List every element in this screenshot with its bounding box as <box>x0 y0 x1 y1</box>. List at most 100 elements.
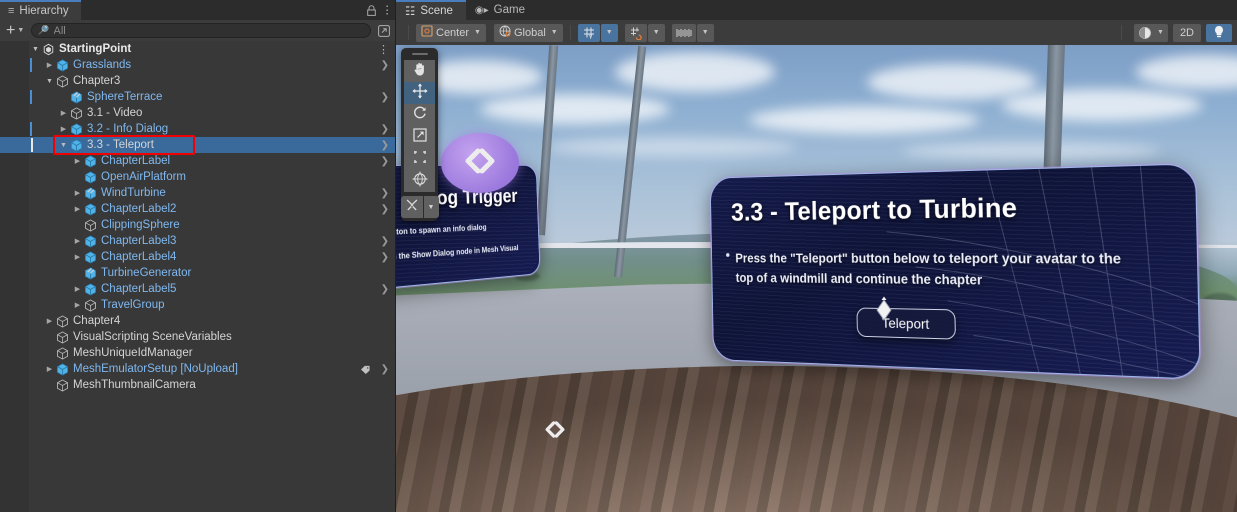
chevron-down-icon: ▼ <box>17 27 25 34</box>
custom-tool-dropdown[interactable]: ▼ <box>423 196 439 218</box>
prefab-tag-icon[interactable] <box>360 361 371 377</box>
move-tool[interactable] <box>404 82 435 104</box>
palette-drag-handle[interactable] <box>411 53 428 55</box>
hierarchy-row-chapterlabel[interactable]: ▶ ChapterLabel ❯ <box>0 153 395 169</box>
ruler-toggle[interactable] <box>671 23 696 42</box>
tab-scene[interactable]: ☷ Scene <box>396 0 466 20</box>
scene-panel: ☷ Scene ◉▸ Game Center ▼ Global ▼ Y ▼ ▼ … <box>396 0 1237 512</box>
hierarchy-row-clippingsphere[interactable]: ClippingSphere <box>0 217 395 233</box>
hierarchy-row-label: Grasslands <box>73 59 132 71</box>
visual-script-gizmo-large[interactable] <box>441 133 519 193</box>
twisty-collapsed-icon[interactable]: ▶ <box>72 237 83 245</box>
open-in-new-icon[interactable] <box>375 23 392 39</box>
scale-tool[interactable] <box>404 126 435 148</box>
rotate-tool[interactable] <box>404 104 435 126</box>
row-chevron-icon[interactable]: ❯ <box>381 201 389 217</box>
custom-tool-group: ▼ <box>400 196 439 218</box>
row-chevron-icon[interactable]: ❯ <box>381 153 389 169</box>
hierarchy-row-chapter3[interactable]: ▼ Chapter3 <box>0 73 395 89</box>
prefab-variant-icon <box>69 91 84 104</box>
rect-tool[interactable] <box>404 148 435 170</box>
ruler-options-dropdown[interactable]: ▼ <box>696 23 714 42</box>
twisty-expanded-icon[interactable]: ▼ <box>44 78 55 85</box>
hierarchy-row-chapterlabel2[interactable]: ▶ ChapterLabel2 ❯ <box>0 201 395 217</box>
snap-options-dropdown[interactable]: ▼ <box>647 23 665 42</box>
twisty-collapsed-icon[interactable]: ▶ <box>72 205 83 213</box>
twisty-collapsed-icon[interactable]: ▶ <box>72 189 83 197</box>
scene-viewport[interactable]: Dialog Trigger button to spawn an info d… <box>396 45 1237 512</box>
grid-options-dropdown[interactable]: ▼ <box>600 23 618 42</box>
row-chevron-icon[interactable]: ❯ <box>381 185 389 201</box>
handle-space-dropdown[interactable]: Global ▼ <box>493 23 563 42</box>
hierarchy-row-3-1-video[interactable]: ▶ 3.1 - Video <box>0 105 395 121</box>
hierarchy-row-label: WindTurbine <box>101 187 166 199</box>
gameobject-cube-icon <box>55 347 70 360</box>
twisty-collapsed-icon[interactable]: ▶ <box>72 157 83 165</box>
hierarchy-options-icon[interactable]: ⋮ <box>379 0 395 20</box>
twisty-expanded-icon[interactable]: ▼ <box>30 46 41 53</box>
twisty-expanded-icon[interactable]: ▼ <box>58 142 69 149</box>
row-chevron-icon[interactable]: ❯ <box>381 89 389 105</box>
row-options-icon[interactable]: ⋮ <box>378 41 389 57</box>
teleport-dialog-body-text: Press the "Teleport" button below to tel… <box>735 250 1122 288</box>
visual-script-gizmo-small[interactable] <box>543 421 567 443</box>
hierarchy-tree[interactable]: ▼ StartingPoint ⋮ ▶ Grasslands ❯ ▼ Chapter3 Sphe… <box>0 41 395 512</box>
tab-game[interactable]: ◉▸ Game <box>466 0 538 20</box>
hierarchy-row-meshemulatorsetup-noupload[interactable]: ▶ MeshEmulatorSetup [NoUpload] ❯ <box>0 361 395 377</box>
hierarchy-row-label: MeshEmulatorSetup [NoUpload] <box>73 363 238 375</box>
scene-toolbar: Center ▼ Global ▼ Y ▼ ▼ ▼ ▼ 2D <box>396 20 1237 45</box>
hierarchy-row-3-3-teleport[interactable]: ▼ 3.3 - Teleport ❯ <box>0 137 395 153</box>
hierarchy-row-chapter4[interactable]: ▶ Chapter4 <box>0 313 395 329</box>
twisty-collapsed-icon[interactable]: ▶ <box>44 317 55 325</box>
row-chevron-icon[interactable]: ❯ <box>381 121 389 137</box>
row-chevron-icon[interactable]: ❯ <box>381 361 389 377</box>
unity-logo-icon <box>41 43 56 56</box>
twisty-collapsed-icon[interactable]: ▶ <box>72 253 83 261</box>
twisty-collapsed-icon[interactable]: ▶ <box>44 365 55 373</box>
hierarchy-row-meshuniqueidmanager[interactable]: MeshUniqueIdManager <box>0 345 395 361</box>
custom-tool[interactable] <box>400 196 423 218</box>
hierarchy-row-windturbine[interactable]: ▶ WindTurbine ❯ <box>0 185 395 201</box>
snap-increment-toggle[interactable] <box>624 23 647 42</box>
teleport-dialog-panel[interactable]: 3.3 - Teleport to Turbine Press the "Tel… <box>709 163 1201 380</box>
twisty-collapsed-icon[interactable]: ▶ <box>58 125 69 133</box>
row-chevron-icon[interactable]: ❯ <box>381 233 389 249</box>
transform-tool[interactable] <box>404 170 435 192</box>
teleport-gizmo[interactable] <box>871 296 897 329</box>
row-chevron-icon[interactable]: ❯ <box>381 57 389 73</box>
hierarchy-row-3-2-info-dialog[interactable]: ▶ 3.2 - Info Dialog ❯ <box>0 121 395 137</box>
row-chevron-icon[interactable]: ❯ <box>381 137 389 153</box>
hierarchy-row-chapterlabel3[interactable]: ▶ ChapterLabel3 ❯ <box>0 233 395 249</box>
hierarchy-row-openairplatform[interactable]: OpenAirPlatform <box>0 169 395 185</box>
hierarchy-row-label: 3.3 - Teleport <box>87 139 154 151</box>
hierarchy-row-travelgroup[interactable]: ▶ TravelGroup <box>0 297 395 313</box>
search-field[interactable]: 🔍 <box>31 23 371 38</box>
twisty-collapsed-icon[interactable]: ▶ <box>44 61 55 69</box>
move-arrows-icon <box>411 82 428 104</box>
grid-visibility-toggle[interactable]: Y <box>577 23 600 42</box>
lock-icon[interactable] <box>363 0 379 20</box>
search-input[interactable] <box>53 24 364 37</box>
hierarchy-row-startingpoint[interactable]: ▼ StartingPoint ⋮ <box>0 41 395 57</box>
create-object-button[interactable]: + ▼ <box>3 22 27 38</box>
twisty-collapsed-icon[interactable]: ▶ <box>72 285 83 293</box>
row-chevron-icon[interactable]: ❯ <box>381 249 389 265</box>
shading-mode-dropdown[interactable]: ▼ <box>1134 23 1168 42</box>
twisty-collapsed-icon[interactable]: ▶ <box>72 301 83 309</box>
hierarchy-row-visualscripting-scenevariables[interactable]: VisualScripting SceneVariables <box>0 329 395 345</box>
hierarchy-row-grasslands[interactable]: ▶ Grasslands ❯ <box>0 57 395 73</box>
hand-tool[interactable] <box>404 60 435 82</box>
hierarchy-row-chapterlabel4[interactable]: ▶ ChapterLabel4 ❯ <box>0 249 395 265</box>
hierarchy-row-chapterlabel5[interactable]: ▶ ChapterLabel5 ❯ <box>0 281 395 297</box>
hierarchy-row-meshthumbnailcamera[interactable]: MeshThumbnailCamera <box>0 377 395 393</box>
hierarchy-row-turbinegenerator[interactable]: TurbineGenerator <box>0 265 395 281</box>
toggle-2d-button[interactable]: 2D <box>1172 23 1201 42</box>
hierarchy-row-label: ChapterLabel2 <box>101 203 177 215</box>
wrench-screwdriver-icon <box>405 198 419 217</box>
hierarchy-row-sphereterrace[interactable]: SphereTerrace ❯ <box>0 89 395 105</box>
pivot-mode-dropdown[interactable]: Center ▼ <box>416 23 486 42</box>
tab-hierarchy[interactable]: ≡ Hierarchy <box>0 0 81 20</box>
twisty-collapsed-icon[interactable]: ▶ <box>58 109 69 117</box>
row-chevron-icon[interactable]: ❯ <box>381 281 389 297</box>
scene-lighting-toggle[interactable] <box>1206 23 1232 42</box>
